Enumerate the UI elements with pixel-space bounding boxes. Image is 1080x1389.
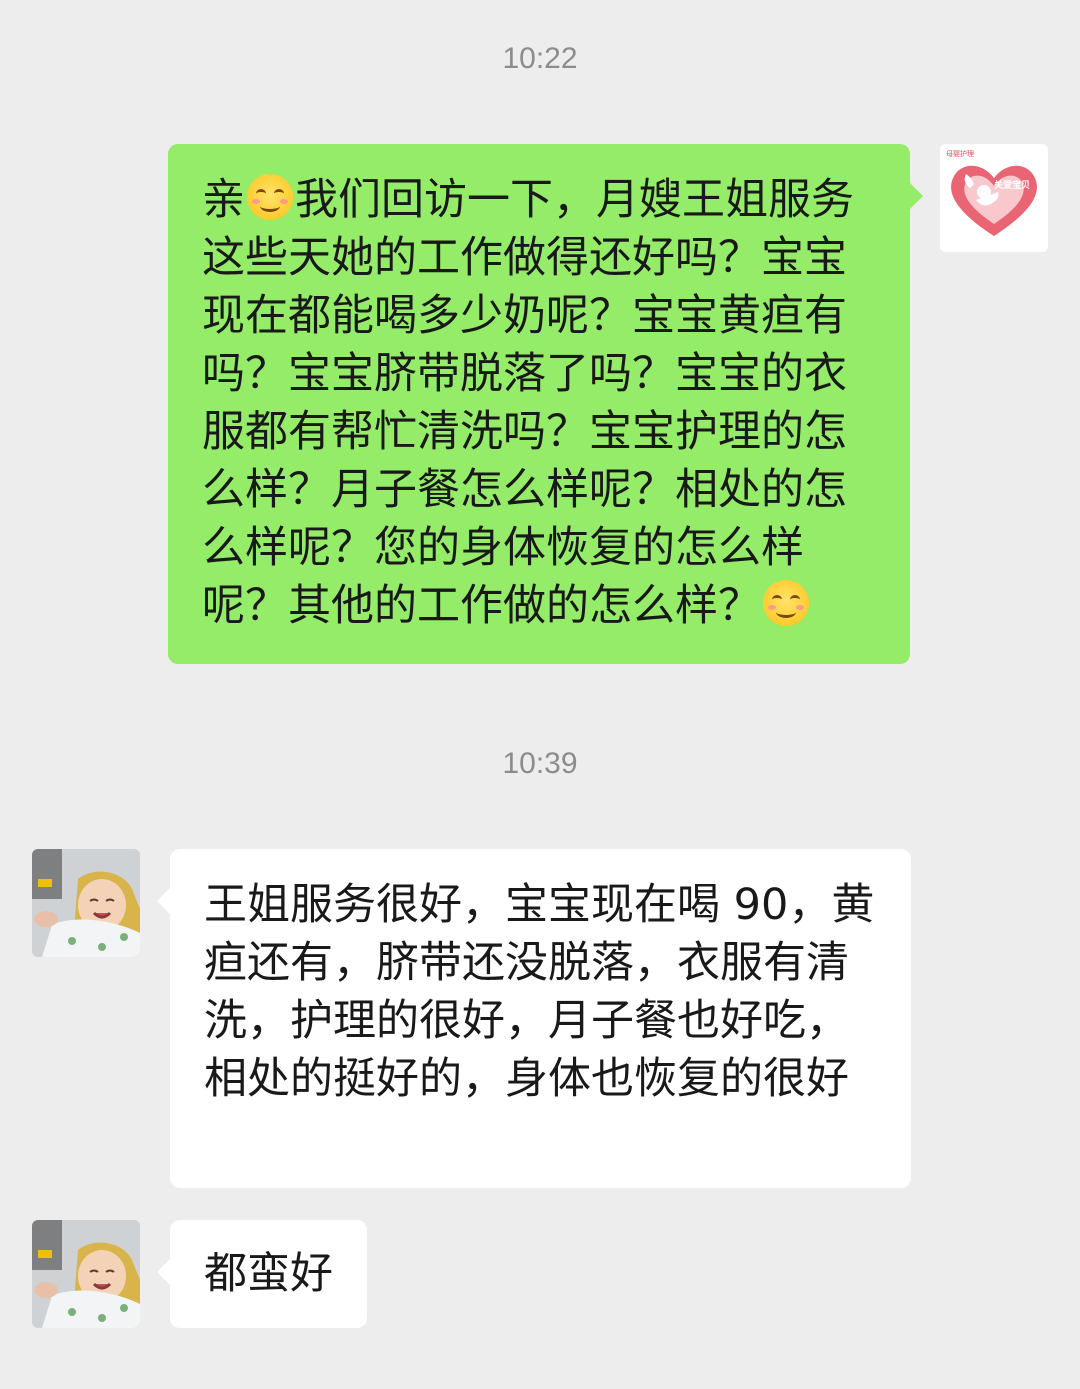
timestamp: 10:22 <box>502 42 578 75</box>
message-text: 都蛮好 <box>204 1249 333 1299</box>
logo-caption: 母婴护理 <box>946 149 974 158</box>
received-message-bubble[interactable]: 王姐服务很好，宝宝现在喝 90，黄疸还有，脐带还没脱落，衣服有清洗，护理的很好，… <box>157 849 911 1188</box>
smiling-face-emoji-icon <box>247 174 293 220</box>
message-text: 王姐服务很好，宝宝现在喝 90，黄疸还有，脐带还没脱落，衣服有清洗，护理的很好，… <box>204 880 875 1104</box>
bubble-tail <box>157 1258 171 1286</box>
bubble-tail <box>909 182 923 210</box>
sent-message-bubble[interactable]: 亲我们回访一下，月嫂王姐服务这些天她的工作做得还好吗？宝宝现在都能喝多少奶呢？宝… <box>168 144 923 664</box>
received-message-bubble[interactable]: 都蛮好 <box>157 1220 367 1328</box>
bubble-tail <box>157 887 171 915</box>
self-avatar[interactable]: 母婴护理 关爱宝贝 <box>940 144 1048 252</box>
baby-photo-icon <box>32 1220 140 1328</box>
logo-text: 关爱宝贝 <box>994 179 1030 191</box>
message-text: 亲 <box>202 175 245 225</box>
contact-avatar[interactable] <box>32 849 140 957</box>
contact-avatar[interactable] <box>32 1220 140 1328</box>
timestamp: 10:39 <box>502 747 578 780</box>
message-text: 我们回访一下，月嫂王姐服务这些天她的工作做得还好吗？宝宝现在都能喝多少奶呢？宝宝… <box>202 175 854 631</box>
heart-cupid-logo-icon: 母婴护理 关爱宝贝 <box>940 144 1048 252</box>
baby-photo-icon <box>32 849 140 957</box>
smiling-face-emoji-icon <box>763 580 809 626</box>
